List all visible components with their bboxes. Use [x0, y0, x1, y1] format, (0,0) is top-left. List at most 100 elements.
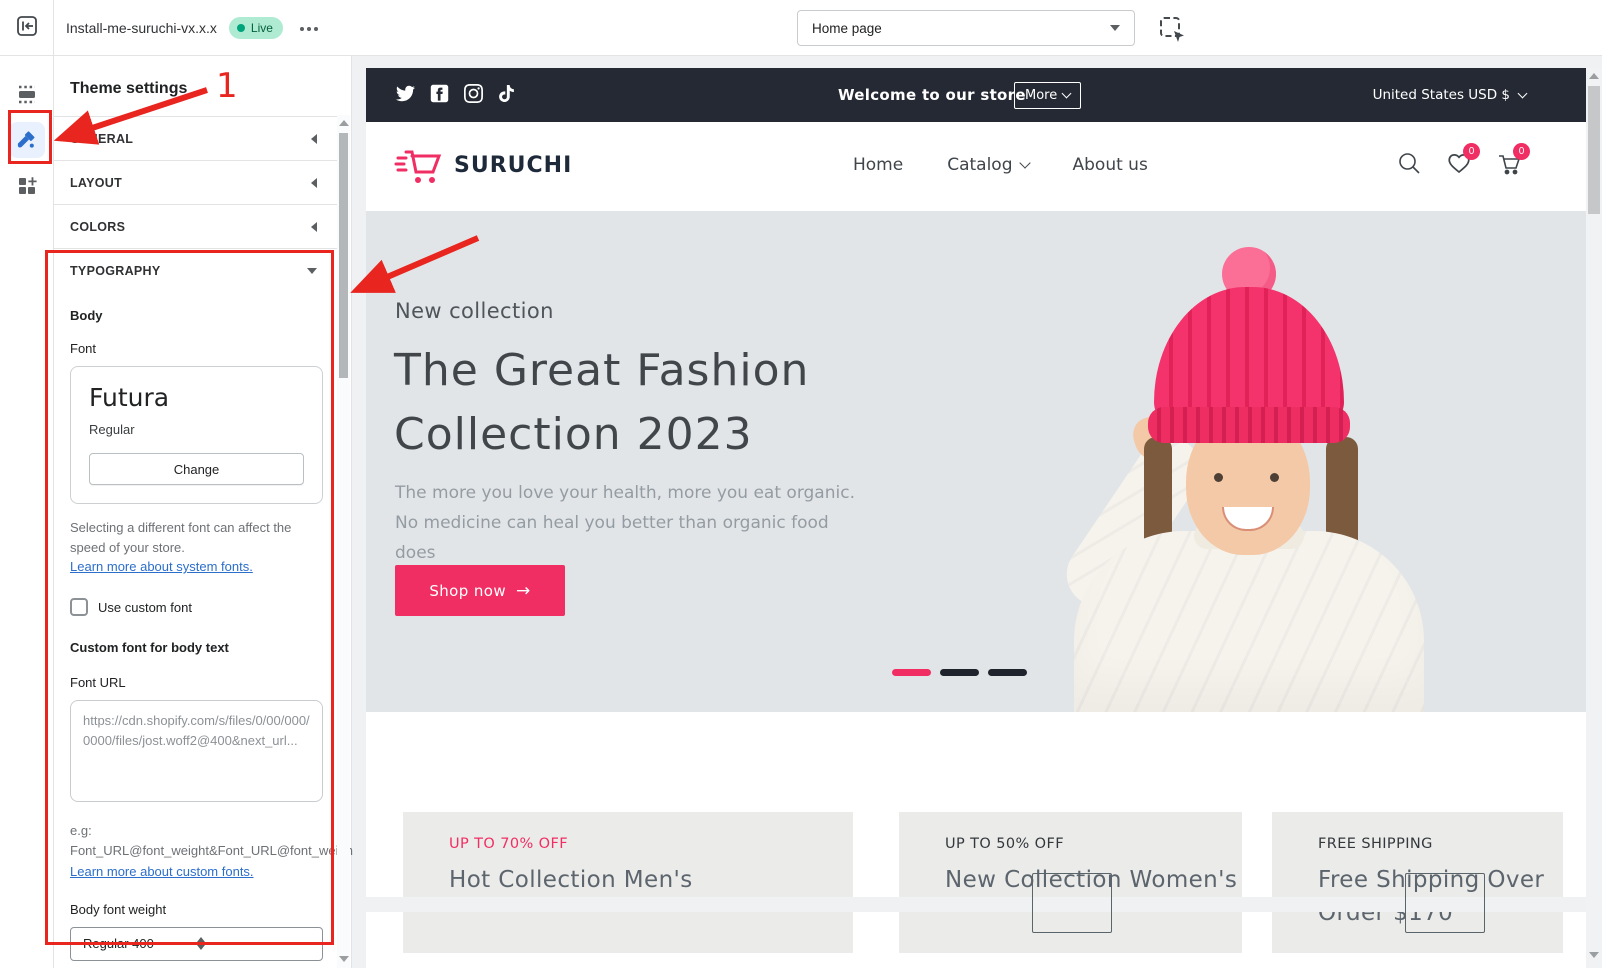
- body-font-weight-label: Body font weight: [70, 902, 323, 917]
- search-button[interactable]: [1396, 150, 1422, 176]
- store-preview: Welcome to our store More United States …: [366, 68, 1586, 968]
- arrow-right-icon: →: [516, 581, 531, 601]
- scroll-down-icon[interactable]: [1589, 952, 1599, 958]
- cart-count-badge: 0: [1513, 143, 1530, 160]
- instagram-icon[interactable]: [464, 84, 483, 103]
- use-custom-font-checkbox[interactable]: [70, 598, 88, 616]
- editor-rail: [0, 56, 54, 968]
- announcement-bar: Welcome to our store More United States …: [366, 68, 1586, 122]
- hero-eyebrow: New collection: [395, 299, 554, 323]
- carousel-dot-active[interactable]: [892, 669, 931, 676]
- chevron-down-icon: [1110, 25, 1120, 31]
- custom-fonts-link[interactable]: Learn more about custom fonts.: [70, 864, 254, 879]
- wishlist-button[interactable]: 0: [1446, 150, 1472, 176]
- wishlist-count-badge: 0: [1463, 143, 1480, 160]
- search-icon: [1396, 150, 1422, 176]
- hero-title: The Great Fashion Collection 2023: [394, 339, 809, 467]
- inspect-section-button[interactable]: [1158, 15, 1184, 41]
- scroll-down-icon[interactable]: [339, 956, 349, 962]
- panel-title: Theme settings: [54, 56, 351, 116]
- font-name: Futura: [89, 383, 304, 412]
- collapse-icon: [311, 134, 317, 144]
- live-dot-icon: [237, 24, 245, 32]
- typography-settings: Body Font Futura Regular Change Selectin…: [54, 292, 339, 968]
- live-status-badge: Live: [229, 17, 283, 39]
- chevron-down-icon: [1518, 88, 1528, 98]
- social-links: [396, 84, 515, 103]
- theme-options-menu-button[interactable]: [295, 14, 323, 42]
- store-header: SURUCHI Home Catalog About us 0: [366, 122, 1586, 211]
- announcement-more-button[interactable]: More: [1014, 82, 1081, 109]
- font-url-label: Font URL: [70, 675, 323, 690]
- scroll-up-icon[interactable]: [1589, 73, 1599, 79]
- chevron-down-icon: [1062, 89, 1072, 99]
- panel-scrollbar-thumb[interactable]: [339, 133, 348, 378]
- font-url-example: e.g: Font_URL@font_weight&Font_URL@font_…: [70, 821, 323, 881]
- exit-editor-button[interactable]: [0, 0, 54, 55]
- apps-icon: [15, 174, 39, 198]
- hero-description: The more you love your health, more you …: [395, 479, 865, 568]
- font-url-input[interactable]: [70, 700, 323, 802]
- promo-section: UP TO 70% OFF Hot Collection Men's UP TO…: [366, 712, 1586, 968]
- promo-card-mens[interactable]: UP TO 70% OFF Hot Collection Men's: [403, 812, 853, 953]
- section-layout[interactable]: LAYOUT: [54, 160, 339, 204]
- locale-selector[interactable]: United States USD $: [1373, 87, 1526, 103]
- section-typography[interactable]: TYPOGRAPHY: [54, 248, 339, 292]
- sections-icon: [15, 82, 39, 106]
- body-font-weight-select[interactable]: Regular 400: [70, 927, 323, 961]
- next-section-strip: [366, 897, 1586, 912]
- cart-logo-icon: [394, 144, 444, 186]
- cart-button[interactable]: 0: [1496, 150, 1522, 176]
- store-logo[interactable]: SURUCHI: [394, 144, 572, 186]
- preview-scrollbar-thumb[interactable]: [1588, 86, 1600, 214]
- select-arrows-icon: [197, 937, 311, 950]
- cursor-icon: [1173, 30, 1186, 43]
- facebook-icon[interactable]: [430, 84, 449, 103]
- expand-icon: [307, 268, 317, 274]
- promo-shop-button[interactable]: [1032, 873, 1112, 933]
- section-general[interactable]: GENERAL: [54, 116, 339, 160]
- page-selector-dropdown[interactable]: Home page: [797, 10, 1135, 46]
- carousel-dot[interactable]: [940, 669, 979, 676]
- nav-catalog[interactable]: Catalog: [947, 155, 1028, 175]
- ellipsis-icon: [307, 27, 311, 31]
- tiktok-icon[interactable]: [498, 84, 515, 103]
- custom-font-heading: Custom font for body text: [70, 640, 323, 655]
- theme-settings-panel: Theme settings GENERAL LAYOUT COLORS TYP…: [54, 56, 352, 968]
- font-style: Regular: [89, 422, 304, 437]
- store-nav: Home Catalog About us: [853, 155, 1148, 175]
- rail-sections-button[interactable]: [9, 76, 45, 112]
- rail-theme-settings-button[interactable]: [9, 122, 45, 158]
- paintbrush-icon: [15, 128, 39, 152]
- theme-name: Install-me-suruchi-vx.x.x: [66, 20, 217, 36]
- section-colors[interactable]: COLORS: [54, 204, 339, 248]
- carousel-indicators: [892, 669, 1027, 676]
- promo-shop-button[interactable]: [1405, 873, 1485, 933]
- change-font-button[interactable]: Change: [89, 453, 304, 485]
- carousel-dot[interactable]: [988, 669, 1027, 676]
- brand-name: SURUCHI: [454, 153, 572, 178]
- twitter-icon[interactable]: [396, 84, 415, 103]
- nav-home[interactable]: Home: [853, 155, 903, 175]
- exit-icon: [16, 15, 38, 40]
- page-selector-value: Home page: [812, 21, 1110, 36]
- font-help-text: Selecting a different font can affect th…: [70, 518, 323, 558]
- chevron-down-icon: [1019, 157, 1030, 168]
- rail-apps-button[interactable]: [9, 168, 45, 204]
- hero-photo-woman-pink-beanie: [1026, 231, 1496, 712]
- shop-now-button[interactable]: Shop now →: [395, 565, 565, 616]
- hero-section: New collection The Great Fashion Collect…: [366, 211, 1586, 712]
- system-fonts-link[interactable]: Learn more about system fonts.: [70, 559, 253, 574]
- scroll-up-icon[interactable]: [339, 120, 349, 126]
- panel-scrollbar[interactable]: [337, 115, 350, 968]
- use-custom-font-row[interactable]: Use custom font: [70, 598, 323, 616]
- body-group-title: Body: [70, 308, 323, 323]
- font-label: Font: [70, 341, 323, 356]
- collapse-icon: [311, 222, 317, 232]
- welcome-text: Welcome to our store: [838, 86, 1026, 104]
- preview-scrollbar[interactable]: [1586, 68, 1602, 968]
- editor-topbar: Install-me-suruchi-vx.x.x Live Home page: [0, 0, 1602, 56]
- nav-about[interactable]: About us: [1073, 155, 1148, 175]
- font-preview-card: Futura Regular Change: [70, 366, 323, 504]
- header-icons: 0 0: [1396, 150, 1522, 176]
